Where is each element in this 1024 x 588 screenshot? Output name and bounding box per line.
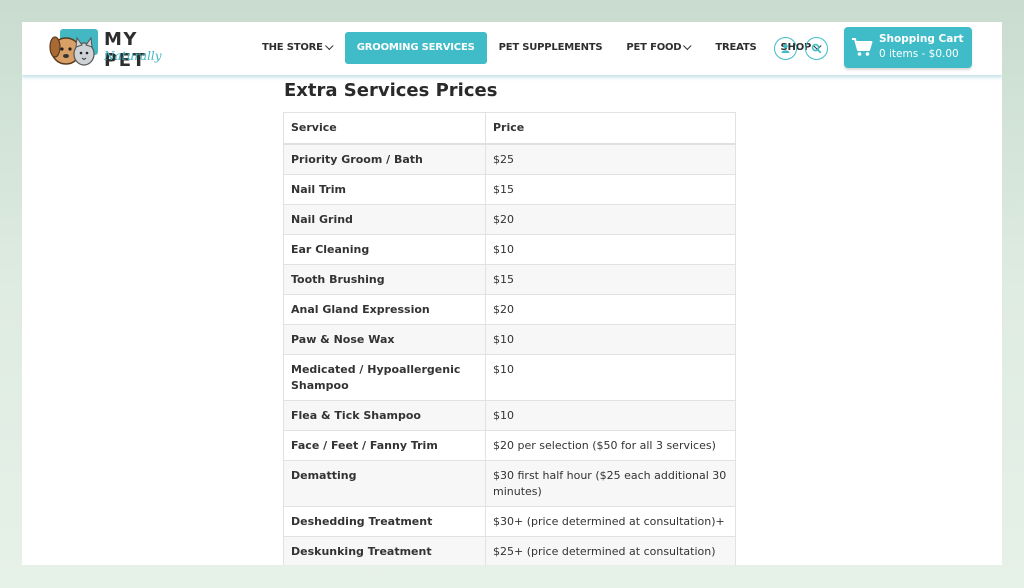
price-cell: $20 <box>485 204 736 235</box>
service-cell: Nail Grind <box>283 204 486 235</box>
shopping-cart-button[interactable]: Shopping Cart 0 items - $0.00 <box>844 27 972 68</box>
table-header-row: Service Price <box>283 112 736 145</box>
table-row: Nail Trim $15 <box>283 174 736 205</box>
table-row: Paw & Nose Wax $10 <box>283 324 736 355</box>
nav-item-label: GROOMING SERVICES <box>356 42 475 53</box>
service-cell: Anal Gland Expression <box>283 294 486 325</box>
service-cell: Medicated / Hypoallergenic Shampoo <box>283 354 486 401</box>
nav-item-the-store[interactable]: THE STORE <box>250 32 345 64</box>
main-content: Extra Services Prices Service Price Prio… <box>283 80 736 565</box>
nav-item-grooming-services[interactable]: GROOMING SERVICES <box>344 32 487 64</box>
price-cell: $10 <box>485 234 736 265</box>
price-cell: $10 <box>485 324 736 355</box>
column-header-price: Price <box>485 112 736 145</box>
price-cell: $30+ (price determined at consultation)+ <box>485 506 736 537</box>
nav-item-label: TREATS <box>715 42 757 53</box>
nav-item-pet-supplements[interactable]: PET SUPPLEMENTS <box>487 32 615 64</box>
cart-title: Shopping Cart <box>879 33 964 45</box>
table-row: Dematting $30 first half hour ($25 each … <box>283 460 736 507</box>
column-header-service: Service <box>283 112 486 145</box>
price-cell: $20 <box>485 294 736 325</box>
table-row: Priority Groom / Bath $25 <box>283 143 736 175</box>
table-row: Flea & Tick Shampoo $10 <box>283 400 736 431</box>
table-row: Medicated / Hypoallergenic Shampoo $10 <box>283 354 736 401</box>
nav-item-label: THE STORE <box>262 42 323 53</box>
cart-summary: 0 items - $0.00 <box>879 48 959 60</box>
cart-icon <box>852 38 873 56</box>
service-cell: Face / Feet / Fanny Trim <box>283 430 486 461</box>
account-button[interactable] <box>774 37 797 60</box>
table-row: Anal Gland Expression $20 <box>283 294 736 325</box>
user-icon <box>781 44 790 53</box>
table-row: Deshedding Treatment $30+ (price determi… <box>283 506 736 537</box>
price-cell: $15 <box>485 264 736 295</box>
table-row: Ear Cleaning $10 <box>283 234 736 265</box>
site-logo[interactable]: MY PET Naturally <box>46 27 186 71</box>
price-cell: $10 <box>485 354 736 401</box>
service-cell: Flea & Tick Shampoo <box>283 400 486 431</box>
service-cell: Ear Cleaning <box>283 234 486 265</box>
nav-item-label: PET SUPPLEMENTS <box>498 42 603 53</box>
service-cell: Nail Trim <box>283 174 486 205</box>
service-cell: Deshedding Treatment <box>283 506 486 537</box>
service-cell: Dematting <box>283 460 486 507</box>
table-row: Face / Feet / Fanny Trim $20 per selecti… <box>283 430 736 461</box>
search-button[interactable] <box>805 37 828 60</box>
brand-tagline: Naturally <box>104 49 162 63</box>
price-cell: $25 <box>485 143 736 175</box>
price-cell: $20 per selection ($50 for all 3 service… <box>485 430 736 461</box>
service-cell: Deskunking Treatment <box>283 536 486 565</box>
nav-item-pet-food[interactable]: PET FOOD <box>614 32 703 64</box>
price-cell: $10 <box>485 400 736 431</box>
table-row: Deskunking Treatment $25+ (price determi… <box>283 536 736 565</box>
service-cell: Tooth Brushing <box>283 264 486 295</box>
table-row: Nail Grind $20 <box>283 204 736 235</box>
price-cell: $25+ (price determined at consultation) <box>485 536 736 565</box>
price-cell: $15 <box>485 174 736 205</box>
service-cell: Priority Groom / Bath <box>283 143 486 175</box>
site-header: MY PET Naturally THE STORE GROOMING SERV… <box>22 22 1002 76</box>
price-cell: $30 first half hour ($25 each additional… <box>485 460 736 507</box>
browser-page: MY PET Naturally THE STORE GROOMING SERV… <box>22 22 1002 565</box>
main-nav: THE STORE GROOMING SERVICES PET SUPPLEME… <box>250 32 833 64</box>
section-title: Extra Services Prices <box>284 80 498 101</box>
pets-logo-icon <box>49 29 98 66</box>
service-cell: Paw & Nose Wax <box>283 324 486 355</box>
search-icon <box>811 43 822 54</box>
nav-item-treats[interactable]: TREATS <box>703 32 768 64</box>
nav-item-label: PET FOOD <box>626 42 682 53</box>
extra-services-price-table: Service Price Priority Groom / Bath $25 … <box>283 112 736 565</box>
chevron-down-icon <box>683 41 692 51</box>
chevron-down-icon <box>324 41 334 51</box>
table-row: Tooth Brushing $15 <box>283 264 736 295</box>
